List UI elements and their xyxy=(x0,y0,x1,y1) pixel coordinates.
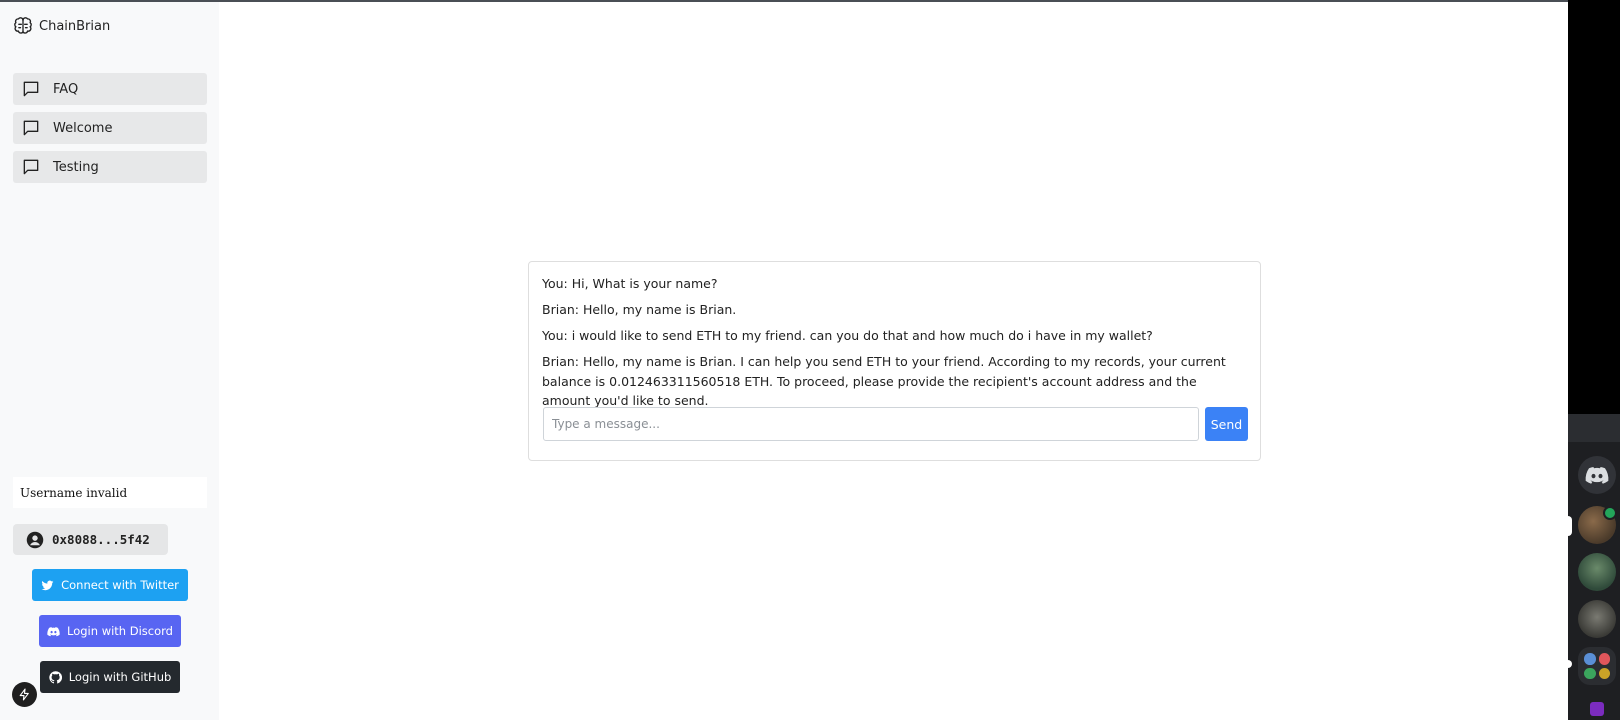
wallet-address: 0x8088...5f42 xyxy=(52,532,150,547)
app-title: ChainBrian xyxy=(39,18,111,34)
github-label: Login with GitHub xyxy=(68,670,172,684)
brand[interactable]: ChainBrian xyxy=(13,16,110,36)
user-circle-icon xyxy=(26,531,44,548)
connect-twitter-button[interactable]: Connect with Twitter xyxy=(32,569,188,601)
chat-message: Brian: Hello, my name is Brian. I can he… xyxy=(542,354,1226,408)
twitter-icon xyxy=(41,580,54,590)
window-top-border xyxy=(0,0,1568,2)
server-avatar[interactable] xyxy=(1578,600,1616,638)
chat-bubble-icon xyxy=(23,81,39,97)
chat-bubble-icon xyxy=(23,120,39,136)
sidebar-item-label: Welcome xyxy=(53,120,113,136)
sidebar-item-testing[interactable]: Testing xyxy=(13,151,207,183)
login-discord-button[interactable]: Login with Discord xyxy=(39,615,181,647)
brain-icon xyxy=(14,17,32,34)
sidebar-item-faq[interactable]: FAQ xyxy=(13,73,207,105)
lightning-bolt-icon xyxy=(19,688,29,701)
sidebar-item-label: FAQ xyxy=(53,81,79,97)
chat-bubble-icon xyxy=(23,159,39,175)
folder-server-dot xyxy=(1598,667,1610,679)
twitter-label: Connect with Twitter xyxy=(61,578,179,592)
bolt-badge[interactable] xyxy=(12,682,37,707)
github-icon xyxy=(49,670,62,683)
login-github-button[interactable]: Login with GitHub xyxy=(40,661,180,693)
server-selected-indicator xyxy=(1568,516,1572,536)
folder-server-dot xyxy=(1584,653,1596,665)
message-input[interactable] xyxy=(543,407,1199,441)
sidebar: ChainBrian FAQ Welcome Testing xyxy=(0,2,219,720)
send-button[interactable]: Send xyxy=(1205,407,1248,441)
username-status: Username invalid xyxy=(13,477,207,508)
discord-home-button[interactable] xyxy=(1578,456,1616,494)
folder-server-dot xyxy=(1598,653,1610,665)
wallet-button[interactable]: 0x8088...5f42 xyxy=(13,524,168,555)
server-icon-partial[interactable] xyxy=(1590,702,1604,716)
chat-panel: You: Hi, What is your name? Brian: Hello… xyxy=(528,261,1261,461)
server-folder[interactable] xyxy=(1578,647,1616,685)
discord-rail-header xyxy=(1568,414,1620,442)
chat-message: You: Hi, What is your name? xyxy=(542,276,718,291)
discord-label: Login with Discord xyxy=(67,624,173,638)
chat-message: You: i would like to send ETH to my frie… xyxy=(542,328,1153,343)
voice-active-badge xyxy=(1603,506,1617,520)
sidebar-item-welcome[interactable]: Welcome xyxy=(13,112,207,144)
chat-message: Brian: Hello, my name is Brian. xyxy=(542,302,737,317)
sidebar-item-label: Testing xyxy=(53,159,99,175)
server-avatar[interactable] xyxy=(1578,553,1616,591)
discord-icon xyxy=(47,626,60,636)
folder-server-dot xyxy=(1584,667,1596,679)
discord-icon xyxy=(1585,467,1609,484)
